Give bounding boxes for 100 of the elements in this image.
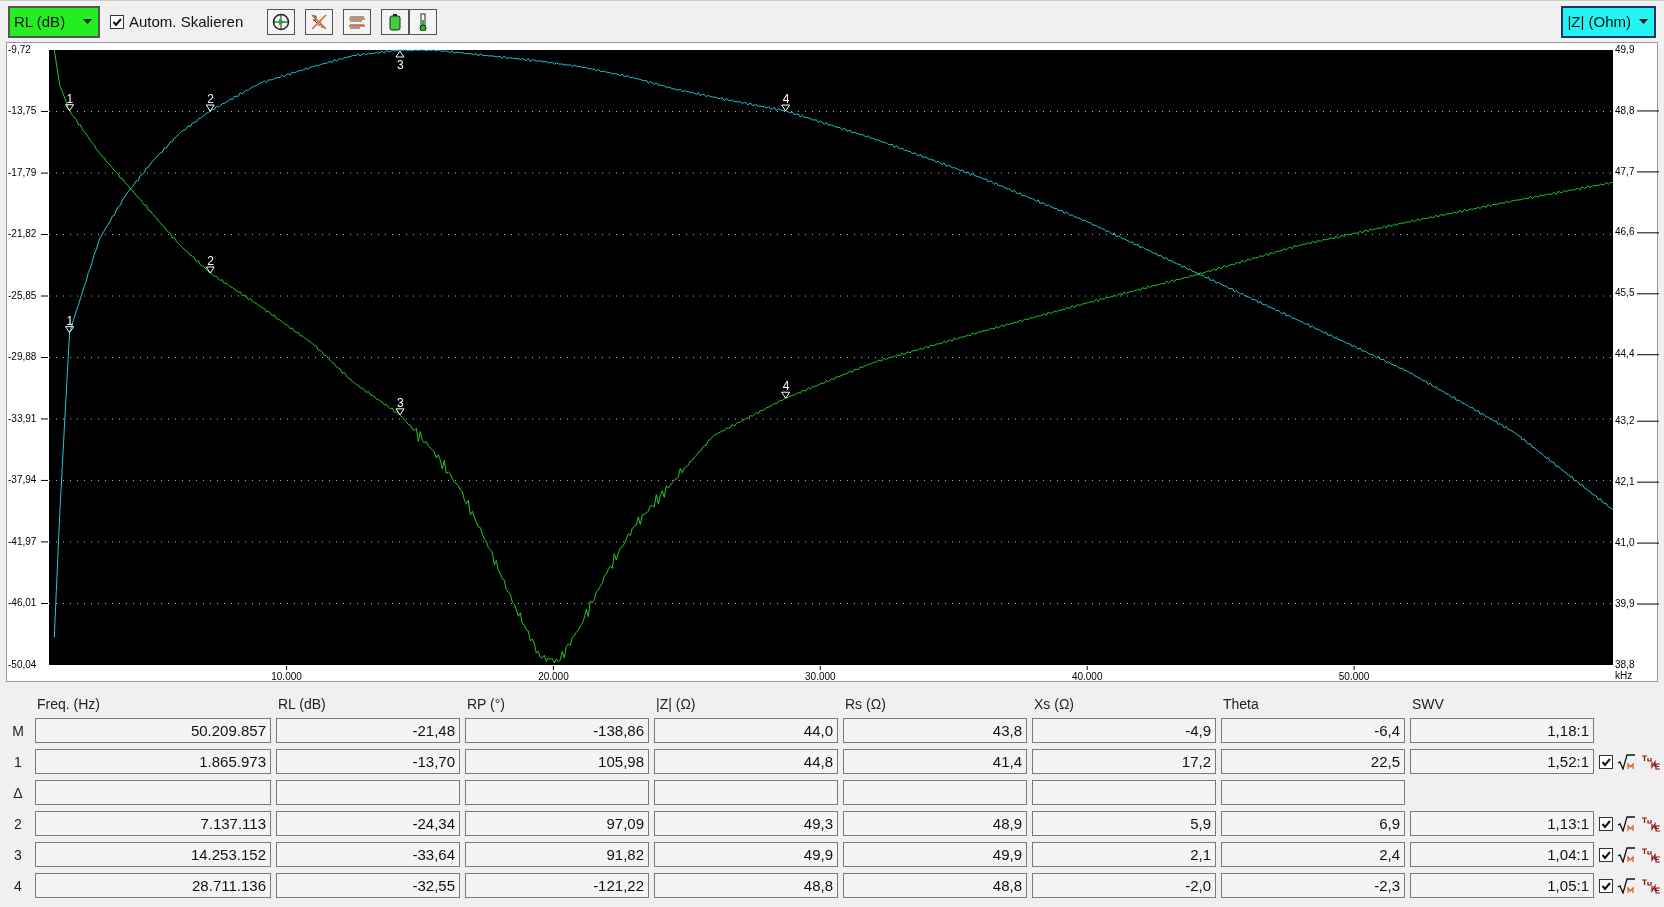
value-field[interactable]: 7.137.113 [35, 811, 271, 836]
axis-label: -46,01 [8, 597, 37, 609]
value-field[interactable] [1032, 780, 1216, 805]
marker-label: 1 [66, 91, 74, 106]
marker-icon [205, 104, 215, 112]
value-field[interactable] [843, 780, 1027, 805]
checkbox[interactable] [1599, 754, 1613, 769]
value-field[interactable]: -2,0 [1032, 873, 1216, 898]
axis-unit: kHz [1615, 670, 1633, 681]
value-field[interactable]: 5,9 [1032, 811, 1216, 836]
marker-label: 4 [782, 379, 790, 394]
axis-label: 43,2 [1615, 414, 1635, 426]
value-field[interactable]: 44,8 [654, 749, 838, 774]
value-field[interactable]: 2,4 [1221, 842, 1405, 867]
marker-label: 2 [207, 254, 214, 268]
root-icon[interactable] [1617, 846, 1637, 863]
value-field[interactable]: 14.253.152 [35, 842, 271, 867]
checkbox[interactable] [1599, 847, 1613, 862]
value-field[interactable]: 2,1 [1032, 842, 1216, 867]
value-field[interactable] [35, 780, 271, 805]
value-field[interactable]: 49,9 [654, 842, 838, 867]
root-icon[interactable] [1617, 815, 1637, 832]
value-field[interactable]: 22,5 [1221, 749, 1405, 774]
column-header: Xs (Ω) [1033, 696, 1076, 712]
value-field[interactable]: 105,98 [465, 749, 649, 774]
value-field[interactable] [1221, 780, 1405, 805]
checkbox[interactable] [1599, 878, 1613, 893]
marker-icon [395, 408, 405, 416]
thermometer-icon[interactable] [409, 8, 438, 35]
value-field[interactable]: 48,8 [654, 873, 838, 898]
axis-label: 30.000 [805, 671, 836, 681]
root-icon[interactable] [1617, 753, 1637, 770]
row-label: 2 [13, 815, 23, 832]
value-field[interactable]: -24,34 [276, 811, 460, 836]
value-field[interactable]: 1,18:1 [1410, 718, 1594, 743]
value-field[interactable]: 50.209.857 [35, 718, 271, 743]
value-field[interactable]: 97,09 [465, 811, 649, 836]
row-label: M [11, 722, 25, 739]
axis-label: -29,88 [8, 351, 37, 363]
value-field[interactable]: -21,48 [276, 718, 460, 743]
column-header: RL (dB) [277, 696, 327, 712]
value-field[interactable]: 44,0 [654, 718, 838, 743]
marker-icon [205, 266, 215, 274]
target-icon[interactable] [267, 8, 296, 35]
value-field[interactable]: 48,8 [843, 873, 1027, 898]
caret-icon [1639, 19, 1648, 24]
value-field[interactable]: 17,2 [1032, 749, 1216, 774]
value-field[interactable]: -121,22 [465, 873, 649, 898]
value-field[interactable]: 1,04:1 [1410, 842, 1594, 867]
axis-label: 42,1 [1615, 475, 1635, 487]
value-field[interactable] [654, 780, 838, 805]
column-header: |Z| (Ω) [655, 696, 697, 712]
marker-icon [65, 326, 75, 334]
value-field[interactable]: -138,86 [465, 718, 649, 743]
value-field[interactable]: -32,55 [276, 873, 460, 898]
axis-label: 38,8 [1615, 658, 1635, 670]
value-field[interactable]: 1,52:1 [1410, 749, 1594, 774]
axis-label: -41,97 [8, 535, 37, 547]
row-label: 1 [13, 753, 23, 770]
axis-label: -25,85 [8, 289, 37, 301]
axis-label: 47,7 [1615, 165, 1635, 177]
value-field[interactable]: 49,3 [654, 811, 838, 836]
value-field[interactable] [465, 780, 649, 805]
value-field[interactable]: 1,13:1 [1410, 811, 1594, 836]
value-field[interactable]: 1,05:1 [1410, 873, 1594, 898]
value-field[interactable]: 6,9 [1221, 811, 1405, 836]
value-field[interactable]: -4,9 [1032, 718, 1216, 743]
axis-label: 20.000 [538, 671, 569, 681]
value-field[interactable]: 49,9 [843, 842, 1027, 867]
value-field[interactable]: 1.865.973 [35, 749, 271, 774]
axis-label: -9,72 [8, 43, 31, 55]
value-field[interactable] [276, 780, 460, 805]
impedance-dropdown[interactable]: |Z| (Ohm) [1561, 5, 1656, 38]
column-header: Rs (Ω) [844, 696, 887, 712]
measurement-dropdown[interactable]: RL (dB) [8, 5, 100, 38]
root-icon[interactable] [1617, 877, 1637, 894]
column-header: Theta [1222, 696, 1260, 712]
marker-label: 3 [396, 395, 404, 410]
checkbox[interactable] [1599, 816, 1613, 831]
axis-label: 45,5 [1615, 287, 1635, 299]
axis-label: -37,94 [8, 474, 37, 486]
marker-label: 3 [396, 58, 404, 72]
checkbox-label: Autom. Skalieren [129, 13, 244, 30]
value-field[interactable]: -2,3 [1221, 873, 1405, 898]
value-field[interactable]: 48,9 [843, 811, 1027, 836]
marker-label: 4 [782, 92, 790, 106]
value-field[interactable]: 28.711.136 [35, 873, 271, 898]
value-field[interactable]: 91,82 [465, 842, 649, 867]
value-field[interactable]: -6,4 [1221, 718, 1405, 743]
value-field[interactable]: 43,8 [843, 718, 1027, 743]
value-field[interactable]: -13,70 [276, 749, 460, 774]
axis-label: 49,9 [1615, 43, 1635, 55]
axis-label: 46,6 [1615, 226, 1635, 238]
row-label: Δ [12, 784, 24, 801]
value-field[interactable]: -33,64 [276, 842, 460, 867]
checkbox[interactable] [110, 14, 124, 29]
battery-icon[interactable] [381, 8, 410, 35]
caret-icon [83, 19, 92, 24]
value-field[interactable]: 41,4 [843, 749, 1027, 774]
column-header: RP (°) [466, 696, 506, 712]
